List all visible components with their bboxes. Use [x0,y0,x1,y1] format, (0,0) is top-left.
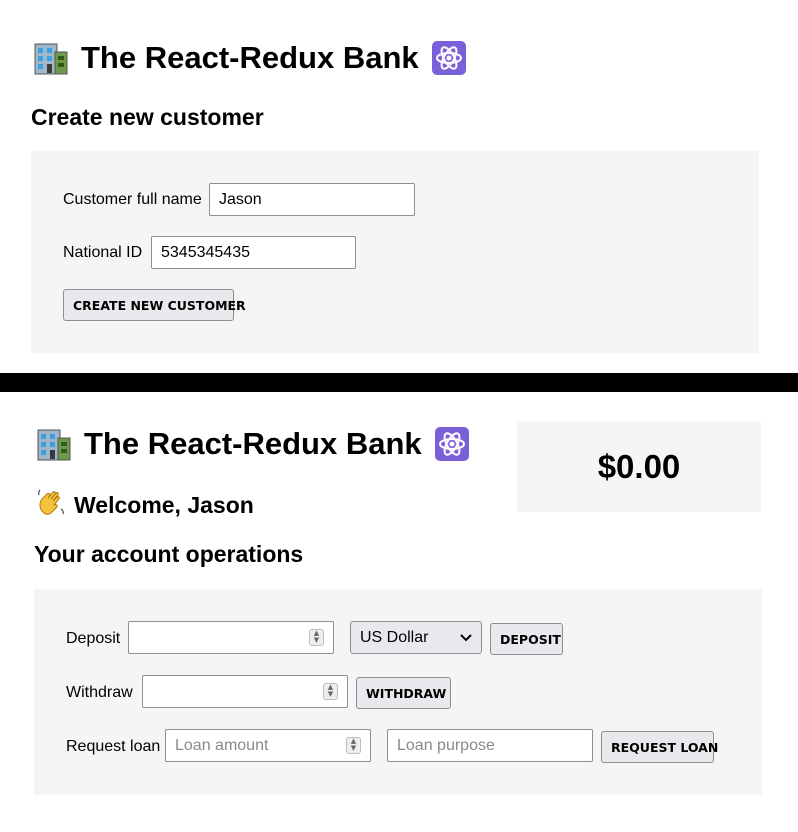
app-title-text: The React-Redux Bank [84,426,422,461]
balance-amount: $0.00 [597,447,681,485]
atom-icon [431,40,467,76]
withdraw-amount-field: ▲ ▼ [142,675,348,708]
full-name-input[interactable] [209,183,415,216]
loan-amount-input[interactable] [165,729,371,762]
request-loan-button[interactable]: REQUEST LOAN [601,731,718,763]
create-customer-heading: Create new customer [31,104,264,130]
full-name-label: Customer full name [63,191,202,208]
national-id-input[interactable] [151,236,356,269]
create-new-customer-button[interactable]: CREATE NEW CUSTOMER [63,289,246,321]
loan-purpose-input[interactable] [387,729,593,762]
currency-select[interactable]: US Dollar [350,621,482,654]
deposit-amount-field: ▲ ▼ [128,621,334,654]
atom-icon [434,426,470,462]
loan-amount-spinner-icon[interactable]: ▲ ▼ [346,737,361,754]
loan-amount-field: ▲▼ [165,729,371,762]
app-title-text: The React-Redux Bank [81,40,419,75]
create-customer-form: Customer full name National ID CREATE NE… [31,151,759,353]
withdraw-label: Withdraw [66,684,133,701]
app-title: The React-Redux Bank [36,426,470,462]
welcome-message: Welcome, Jason [36,487,254,523]
national-id-label: National ID [63,244,143,261]
withdraw-button[interactable]: WITHDRAW [356,677,451,709]
office-building-icon [33,40,69,76]
welcome-text: Welcome, Jason [74,491,254,518]
account-screen: The React-Redux Bank $0.00 Welcome, Jaso… [0,392,798,832]
operations-form: Deposit ▲ ▼ US Dollar DEPOSIT Withdraw ▲ ▼… [34,589,762,795]
deposit-label: Deposit [66,630,121,647]
chevron-down-icon [460,633,472,641]
app-title: The React-Redux Bank [33,40,467,76]
create-customer-screen: The React-Redux Bank Create new customer… [0,0,798,373]
withdraw-amount-input[interactable] [142,675,348,708]
deposit-amount-input[interactable] [128,621,334,654]
deposit-spinner-icon[interactable]: ▲ ▼ [309,629,324,646]
operations-heading: Your account operations [34,541,304,567]
currency-selected-value: US Dollar [360,628,429,646]
waving-hand-icon [36,487,66,523]
balance-panel: $0.00 [517,421,761,512]
screen-divider [0,373,798,392]
request-loan-label: Request loan [66,738,161,755]
office-building-icon [36,426,72,462]
deposit-button[interactable]: DEPOSIT [490,623,563,655]
withdraw-spinner-icon[interactable]: ▲ ▼ [323,683,338,700]
